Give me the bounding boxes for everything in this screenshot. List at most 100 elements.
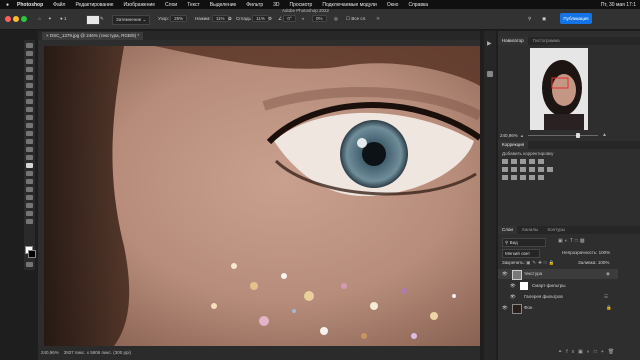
healing-brush-tool-icon[interactable] <box>26 107 33 112</box>
clone-stamp-tool-icon[interactable] <box>26 123 33 128</box>
link-layers-icon[interactable]: ⚭ <box>558 349 566 355</box>
eraser-tool-icon[interactable] <box>26 139 33 144</box>
menu-file[interactable]: Файл <box>53 2 65 8</box>
selective-color-adjustment-icon[interactable] <box>538 175 544 180</box>
background-color-swatch[interactable] <box>28 250 36 258</box>
history-brush-tool-icon[interactable] <box>26 131 33 136</box>
menu-select[interactable]: Выделение <box>210 2 237 8</box>
menu-layers[interactable]: Слои <box>165 2 177 8</box>
exposure-field[interactable]: Нажим: 11% <box>195 15 229 23</box>
tab-navigator[interactable]: Навигатор <box>498 37 528 45</box>
lock-icons[interactable]: ▣✎✚□🔒 <box>526 260 556 265</box>
close-tab-icon[interactable]: × <box>46 33 49 38</box>
delete-layer-icon[interactable]: 🗑 <box>608 349 618 355</box>
status-zoom[interactable]: 240,96% <box>41 350 59 355</box>
tab-paths[interactable]: Контуры <box>543 226 569 234</box>
tab-channels[interactable]: Каналы <box>518 226 542 234</box>
vibrance-adjustment-icon[interactable] <box>538 159 544 164</box>
gradient-tool-icon[interactable] <box>26 147 33 152</box>
dodge-burn-tool-icon[interactable] <box>26 163 33 168</box>
marquee-tool-icon[interactable] <box>26 59 33 64</box>
tool-preset-icon[interactable]: ✦ <box>48 15 52 23</box>
history-panel-icon[interactable] <box>487 71 493 77</box>
sample-all-layers-toggle[interactable]: ☐ Все сл. <box>346 15 366 23</box>
home-icon[interactable]: ⌂ <box>38 15 41 23</box>
quick-select-tool-icon[interactable] <box>26 75 33 80</box>
pen-tool-icon[interactable] <box>26 171 33 176</box>
color-lookup-adjustment-icon[interactable] <box>547 167 553 172</box>
apple-icon[interactable]: ● <box>6 2 9 8</box>
smart-filter-icon[interactable]: ▩ <box>580 238 587 244</box>
hue-saturation-adjustment-icon[interactable] <box>502 167 508 172</box>
filter-options-icon[interactable]: ☰ <box>604 292 608 302</box>
visibility-eye-icon[interactable]: 👁 <box>510 292 516 302</box>
layer-kind-filter[interactable]: ⚲ Вид <box>502 238 546 247</box>
pressure-icon[interactable]: ◎ <box>334 15 338 23</box>
angle-field[interactable]: ∠ 0° <box>278 15 296 23</box>
menu-help[interactable]: Справка <box>408 2 428 8</box>
brush-color-swatch[interactable] <box>86 15 100 25</box>
new-group-icon[interactable]: □ <box>594 349 601 355</box>
brush-tool-icon[interactable] <box>26 115 33 120</box>
navigator-thumbnail[interactable] <box>530 48 588 130</box>
add-mask-icon[interactable]: ▣ <box>578 349 587 355</box>
smoothing-field[interactable]: Сгладь 11% <box>236 15 269 23</box>
new-layer-icon[interactable]: + <box>601 349 608 355</box>
workspace-icon[interactable]: ▣ <box>542 15 546 23</box>
zoom-window-button[interactable] <box>21 16 27 22</box>
range-dropdown[interactable]: Затемнение ⌄ <box>112 15 151 25</box>
status-doc-size[interactable]: 3937 пикс. x 5906 пикс. (300 ppi) <box>64 350 131 355</box>
navigator-zoom-out-icon[interactable]: ▲ <box>520 133 524 138</box>
navigator-zoom-slider[interactable] <box>528 133 598 138</box>
hand-tool-icon[interactable] <box>26 203 33 208</box>
threshold-adjustment-icon[interactable] <box>520 175 526 180</box>
frame-tool-icon[interactable] <box>26 91 33 96</box>
navigator-zoom-in-icon[interactable]: ▲ <box>602 132 607 138</box>
curves-adjustment-icon[interactable] <box>520 159 526 164</box>
posterize-adjustment-icon[interactable] <box>511 175 517 180</box>
brightness-adjustment-icon[interactable] <box>502 159 508 164</box>
shape-tool-icon[interactable] <box>26 195 33 200</box>
menu-plugins[interactable]: Подключаемые модули <box>322 2 376 8</box>
color-balance-adjustment-icon[interactable] <box>511 167 517 172</box>
blend-mode-dropdown[interactable]: Мягкий свет <box>502 249 540 258</box>
exposure-adjustment-icon[interactable] <box>529 159 535 164</box>
visibility-eye-icon[interactable]: 👁 <box>502 303 508 313</box>
menu-view[interactable]: Просмотр <box>290 2 313 8</box>
visibility-eye-icon[interactable]: 👁 <box>502 269 508 279</box>
menu-filter[interactable]: Фильтр <box>246 2 263 8</box>
layer-row-smart-filters[interactable]: 👁 Смарт-фильтры <box>498 281 618 291</box>
protect-tones-icon[interactable]: ◐ <box>302 15 305 23</box>
airbrush-icon[interactable]: ✿ <box>228 15 232 23</box>
symmetry-icon[interactable]: ⚛ <box>376 15 380 23</box>
search-icon[interactable]: ⚲ <box>528 15 531 23</box>
brush-preset-picker[interactable]: ● 1 <box>60 15 67 23</box>
layer-row-background[interactable]: 👁 Фон 🔒 <box>498 303 618 314</box>
tab-corrections[interactable]: Коррекция <box>498 141 529 149</box>
more-tools-icon[interactable] <box>26 219 33 224</box>
invert-adjustment-icon[interactable] <box>502 175 508 180</box>
new-adjustment-icon[interactable]: ◐ <box>587 349 594 355</box>
pattern-field[interactable]: Узор: 25% <box>158 15 188 23</box>
layer-opacity-field[interactable]: Непрозрачность: 100% <box>562 250 610 255</box>
levels-adjustment-icon[interactable] <box>511 159 517 164</box>
photo-filter-adjustment-icon[interactable] <box>529 167 535 172</box>
type-tool-icon[interactable] <box>26 179 33 184</box>
pixel-filter-icon[interactable]: ▣ <box>558 238 565 244</box>
black-white-adjustment-icon[interactable] <box>520 167 526 172</box>
visibility-eye-icon[interactable]: 👁 <box>510 281 516 291</box>
document-canvas[interactable] <box>44 46 480 346</box>
blur-tool-icon[interactable] <box>26 155 33 160</box>
tab-layers[interactable]: Слои <box>498 226 517 234</box>
path-select-tool-icon[interactable] <box>26 187 33 192</box>
layer-style-icon[interactable]: fx <box>566 349 578 355</box>
menu-3d[interactable]: 3D <box>273 2 279 8</box>
menu-app-name[interactable]: Photoshop <box>17 2 43 8</box>
zoom-tool-icon[interactable] <box>26 211 33 216</box>
move-tool-icon[interactable] <box>26 43 33 48</box>
layer-row-filter-gallery[interactable]: 👁 Галерея фильтров ☰ <box>498 292 618 302</box>
navigator-zoom-knob[interactable] <box>575 133 580 138</box>
artboard-tool-icon[interactable] <box>26 51 33 56</box>
layer-fill-field[interactable]: Заливка: 100% <box>578 260 609 265</box>
menu-image[interactable]: Изображение <box>124 2 156 8</box>
